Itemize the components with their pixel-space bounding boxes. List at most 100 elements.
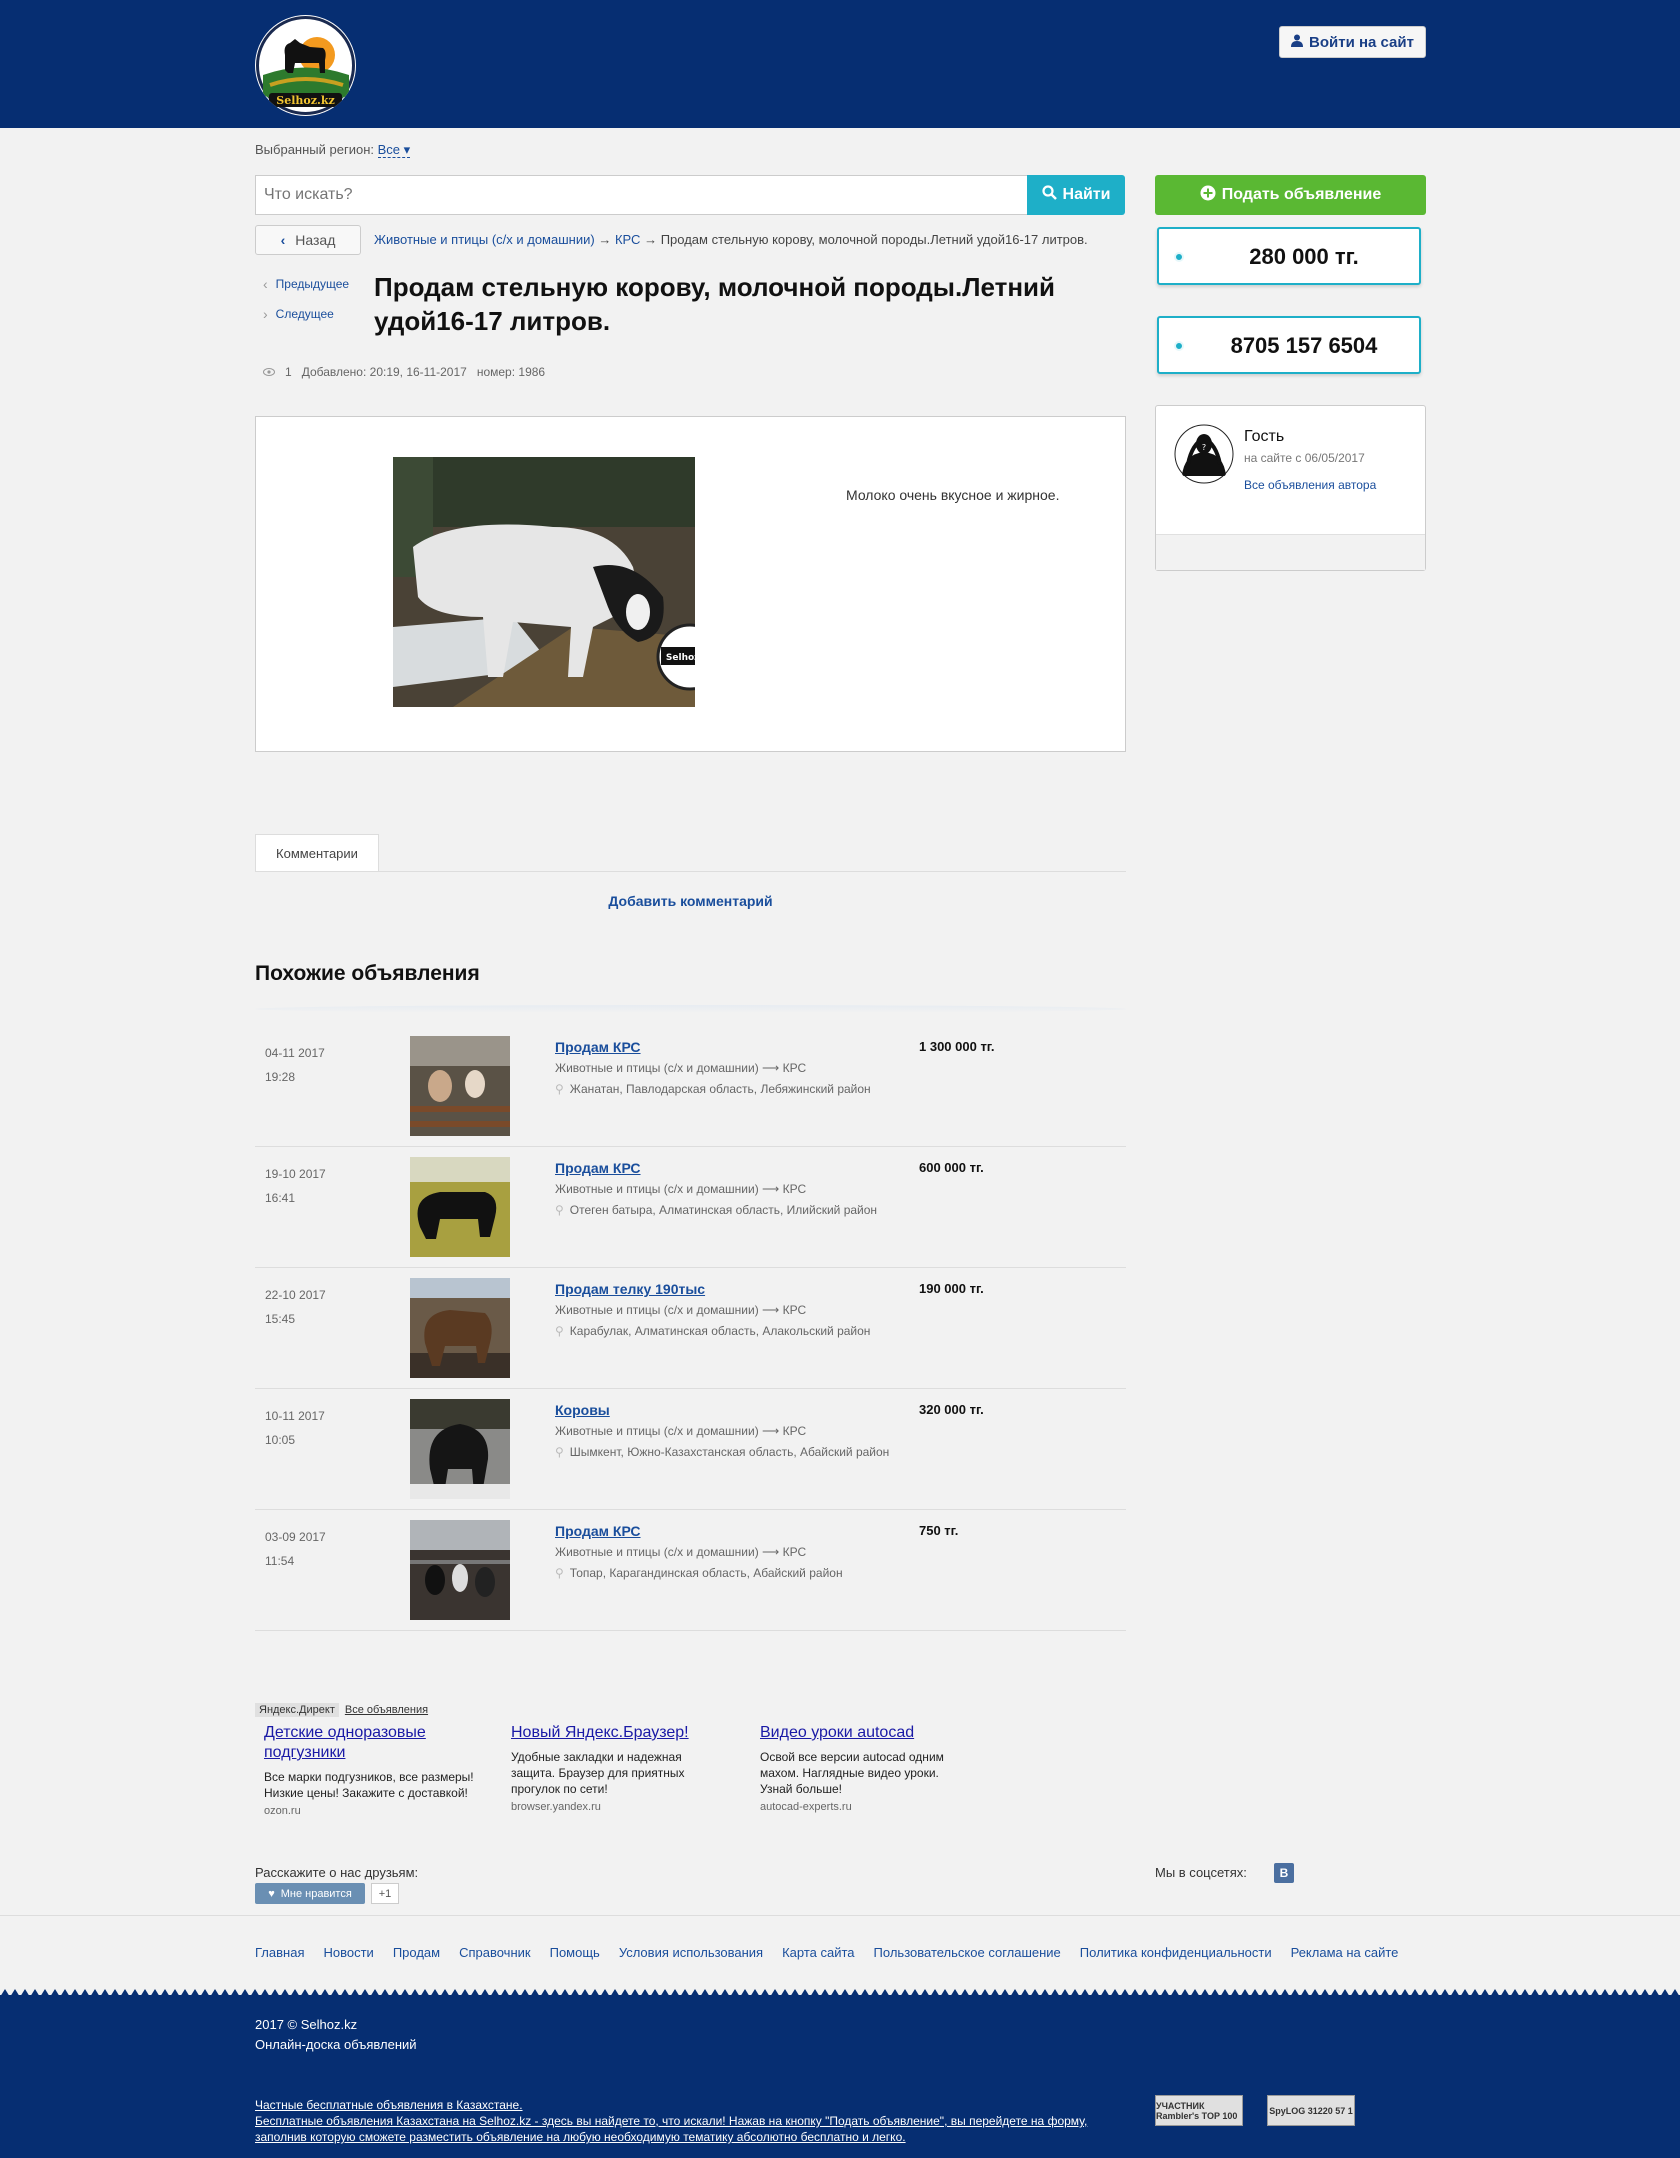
search-button[interactable]: Найти <box>1027 175 1125 215</box>
chevron-left-icon: ‹ <box>263 276 268 292</box>
added-date: Добавлено: 20:19, 16-11-2017 <box>301 365 467 379</box>
ad-block[interactable]: Новый Яндекс.Браузер! Удобные закладки и… <box>511 1723 711 1813</box>
breadcrumb: Животные и птицы (с/х и домашнии) → КРС … <box>374 232 1088 247</box>
search-icon <box>1041 185 1057 205</box>
location-pin-icon: ⚲ <box>555 1203 564 1217</box>
plus-circle-icon <box>1200 185 1216 206</box>
similar-location: ⚲ Топар, Карагандинская область, Абайский… <box>555 1566 843 1580</box>
like-label: Мне нравится <box>280 1887 352 1900</box>
footer-link-news[interactable]: Новости <box>323 1945 373 1960</box>
footer-link-sell[interactable]: Продам <box>393 1945 440 1960</box>
header-zigzag-edge <box>0 120 1680 130</box>
listing-description: Молоко очень вкусное и жирное. <box>846 487 1060 503</box>
prev-label[interactable]: Предыдущее <box>276 277 349 291</box>
spylog-counter[interactable]: SpyLOG 31220 57 1 <box>1267 2095 1355 2126</box>
site-logo[interactable]: Selhoz.kz <box>255 15 356 116</box>
vk-icon[interactable]: В <box>1274 1863 1294 1883</box>
photo-watermark: Selhoz.kz <box>666 653 695 663</box>
similar-row[interactable]: 10-11 2017 10:05 Коровы Животные и птицы … <box>255 1389 1126 1510</box>
breadcrumb-subcategory[interactable]: КРС <box>615 232 641 247</box>
search-button-label: Найти <box>1062 186 1111 203</box>
similar-category: Животные и птицы (с/х и домашнии) ⟶ КРС <box>555 1424 807 1438</box>
ad-block[interactable]: Видео уроки autocad Освой все версии aut… <box>760 1723 970 1813</box>
ad-url: autocad-experts.ru <box>760 1801 852 1813</box>
heart-icon: ♥ <box>268 1887 275 1900</box>
ad-url: browser.yandex.ru <box>511 1801 601 1813</box>
back-button[interactable]: ‹ Назад <box>255 225 361 255</box>
chevron-left-icon: ‹ <box>280 232 286 248</box>
listing-card: Selhoz.kz Молоко очень вкусное и жирное. <box>255 416 1126 752</box>
breadcrumb-sep: → <box>644 232 658 247</box>
similar-location: ⚲ Карабулак, Алматинская область, Алаколь… <box>555 1324 871 1338</box>
similar-title-link[interactable]: Продам КРС <box>555 1523 641 1539</box>
chevron-right-icon: › <box>263 306 268 322</box>
similar-thumbnail[interactable] <box>410 1278 510 1378</box>
ad-block[interactable]: Детские одноразовые подгузники Все марки… <box>264 1723 494 1817</box>
like-button[interactable]: ♥ Мне нравится <box>255 1883 365 1904</box>
similar-title-link[interactable]: Продам КРС <box>555 1039 641 1055</box>
add-comment-button[interactable]: Добавить комментарий <box>255 893 1126 909</box>
post-ad-button[interactable]: Подать объявление <box>1155 175 1426 215</box>
footer-link-sitemap[interactable]: Карта сайта <box>782 1945 854 1960</box>
price-value: 280 000 тг. <box>1249 244 1359 269</box>
similar-row[interactable]: 03-09 2017 11:54 Продам КРС Животные и пт… <box>255 1510 1126 1631</box>
location-pin-icon: ⚲ <box>555 1324 564 1338</box>
similar-title-link[interactable]: Продам КРС <box>555 1160 641 1176</box>
user-icon <box>1291 34 1304 51</box>
footer-link-privacy[interactable]: Политика конфиденциальности <box>1080 1945 1272 1960</box>
search-input[interactable] <box>255 175 1028 215</box>
footer-nav: Главная Новости Продам Справочник Помощь… <box>255 1945 1398 1960</box>
similar-title-link[interactable]: Продам телку 190тыс <box>555 1281 705 1297</box>
views-count: 1 <box>285 365 292 379</box>
copyright-text: 2017 © Selhoz.kz <box>255 2017 358 2032</box>
ad-title[interactable]: Новый Яндекс.Браузер! <box>511 1723 711 1743</box>
similar-thumbnail[interactable] <box>410 1157 510 1257</box>
footer-text-line[interactable]: заполнив которую сможете разместить объя… <box>255 2129 1087 2145</box>
breadcrumb-category[interactable]: Животные и птицы (с/х и домашнии) <box>374 232 595 247</box>
similar-thumbnail[interactable] <box>410 1036 510 1136</box>
breadcrumb-sep: → <box>598 232 612 247</box>
all-ads-link[interactable]: Все объявления <box>345 1703 428 1717</box>
author-all-ads-link[interactable]: Все объявления автора <box>1244 478 1376 492</box>
footer-link-home[interactable]: Главная <box>255 1945 304 1960</box>
similar-location: ⚲ Жанатан, Павлодарская область, Лебяжинс… <box>555 1082 871 1096</box>
similar-date: 10-11 2017 10:05 <box>265 1409 325 1447</box>
similar-row[interactable]: 22-10 2017 15:45 Продам телку 190тыс Живо… <box>255 1268 1126 1389</box>
similar-thumbnail[interactable] <box>410 1399 510 1499</box>
share-label: Расскажите о нас друзьям: <box>255 1865 419 1880</box>
region-dropdown[interactable]: Все ▾ <box>377 142 411 158</box>
footer-link-help[interactable]: Помощь <box>550 1945 600 1960</box>
footer-text-line[interactable]: Частные бесплатные объявления в Казахста… <box>255 2097 1087 2113</box>
yandex-direct-label[interactable]: Яндекс.Директ <box>255 1703 339 1717</box>
back-label: Назад <box>295 232 336 248</box>
similar-row[interactable]: 04-11 2017 19:28 Продам КРС Животные и пт… <box>255 1026 1126 1147</box>
prev-listing-link[interactable]: ‹ Предыдущее <box>263 276 349 292</box>
similar-thumbnail[interactable] <box>410 1520 510 1620</box>
similar-row[interactable]: 19-10 2017 16:41 Продам КРС Животные и пт… <box>255 1147 1126 1268</box>
login-button[interactable]: Войти на сайт <box>1279 26 1426 58</box>
page-title: Продам стельную корову, молочной породы.… <box>374 272 1056 336</box>
similar-price: 600 000 тг. <box>919 1160 984 1175</box>
footer-link-terms[interactable]: Условия использования <box>619 1945 763 1960</box>
next-label[interactable]: Следущее <box>276 307 334 321</box>
footer-link-advertising[interactable]: Реклама на сайте <box>1291 1945 1399 1960</box>
tab-comments[interactable]: Комментарии <box>255 834 379 872</box>
listing-number: номер: 1986 <box>476 365 546 379</box>
next-listing-link[interactable]: › Следущее <box>263 306 334 322</box>
author-avatar: ? <box>1174 424 1234 484</box>
similar-category: Животные и птицы (с/х и домашнии) ⟶ КРС <box>555 1545 807 1559</box>
footer-link-user-agreement[interactable]: Пользовательское соглашение <box>874 1945 1061 1960</box>
region-value: Все <box>377 142 401 157</box>
ad-title[interactable]: Видео уроки autocad <box>760 1723 970 1743</box>
similar-price: 750 тг. <box>919 1523 959 1538</box>
rambler-counter[interactable]: УЧАСТНИК Rambler's TOP 100 <box>1155 2095 1243 2126</box>
similar-title-link[interactable]: Коровы <box>555 1402 610 1418</box>
phone-tag[interactable]: 8705 157 6504 <box>1157 316 1421 374</box>
listing-photo[interactable]: Selhoz.kz <box>393 457 695 707</box>
ad-title[interactable]: Детские одноразовые подгузники <box>264 1723 494 1763</box>
footer-text-line[interactable]: Бесплатные объявления Казахстана на Selh… <box>255 2113 1087 2129</box>
similar-category: Животные и птицы (с/х и домашнии) ⟶ КРС <box>555 1182 807 1196</box>
ad-text: Освой все версии autocad одним махом. На… <box>760 1750 944 1796</box>
site-header: Selhoz.kz Войти на сайт <box>0 0 1680 128</box>
footer-link-directory[interactable]: Справочник <box>459 1945 531 1960</box>
